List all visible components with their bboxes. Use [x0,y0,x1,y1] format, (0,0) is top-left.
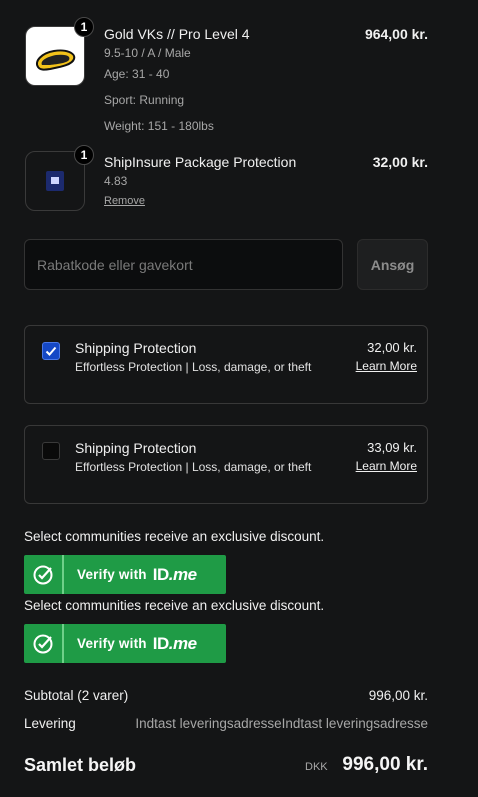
community-discount-text: Select communities receive an exclusive … [24,529,325,544]
total-label: Samlet beløb [24,755,137,775]
insole-image [36,49,76,71]
quantity-badge: 1 [74,145,94,165]
product-thumbnail [25,26,85,86]
apply-discount-button[interactable]: Ansøg [357,239,428,290]
check-circle-icon [33,634,53,653]
product-sport: Sport: Running [104,93,185,107]
idme-logo: ID.me [152,633,197,653]
protection-price: 33,09 kr. [367,440,417,455]
protection-description: Effortless Protection | Loss, damage, or… [75,360,312,374]
product-price: 32,00 kr. [372,154,428,170]
total-currency: DKK [305,761,328,773]
product-age: Age: 31 - 40 [104,67,170,81]
shipping-protection-option[interactable]: Shipping Protection Effortless Protectio… [24,425,428,504]
product-variant: 9.5-10 / A / Male [104,46,191,60]
verify-label: Verify with [77,567,147,582]
checkmark-icon [45,346,57,356]
discount-code-input[interactable]: Rabatkode eller gavekort [24,239,343,290]
protection-checkbox[interactable] [42,342,60,360]
verify-idme-button[interactable]: Verify with ID.me [24,624,226,663]
check-circle-icon [33,565,53,584]
product-weight: Weight: 151 - 180lbs [104,119,214,133]
subtotal-label: Subtotal (2 varer) [24,688,129,703]
product-title: ShipInsure Package Protection [104,154,297,170]
learn-more-link[interactable]: Learn More [356,459,417,473]
verify-label: Verify with [77,636,147,651]
total-value: 996,00 kr. [342,754,428,775]
shipping-value: Indtast leveringsadresseIndtast levering… [135,716,428,731]
verify-idme-button[interactable]: Verify with ID.me [24,555,226,594]
shipping-label: Levering [24,716,76,731]
protection-title: Shipping Protection [75,340,197,356]
subtotal-value: 996,00 kr. [368,688,428,703]
protection-price: 32,00 kr. [367,340,417,355]
remove-link[interactable]: Remove [104,195,145,207]
shipping-protection-option[interactable]: Shipping Protection Effortless Protectio… [24,325,428,404]
protection-title: Shipping Protection [75,440,197,456]
product-price: 964,00 kr. [364,26,428,42]
product-title: Gold VKs // Pro Level 4 [104,26,250,42]
protection-checkbox[interactable] [42,442,60,460]
idme-logo: ID.me [152,564,197,584]
quantity-badge: 1 [74,17,94,37]
product-variant: 4.83 [104,174,128,188]
learn-more-link[interactable]: Learn More [356,359,417,373]
community-discount-text: Select communities receive an exclusive … [24,598,325,613]
protection-description: Effortless Protection | Loss, damage, or… [75,460,312,474]
